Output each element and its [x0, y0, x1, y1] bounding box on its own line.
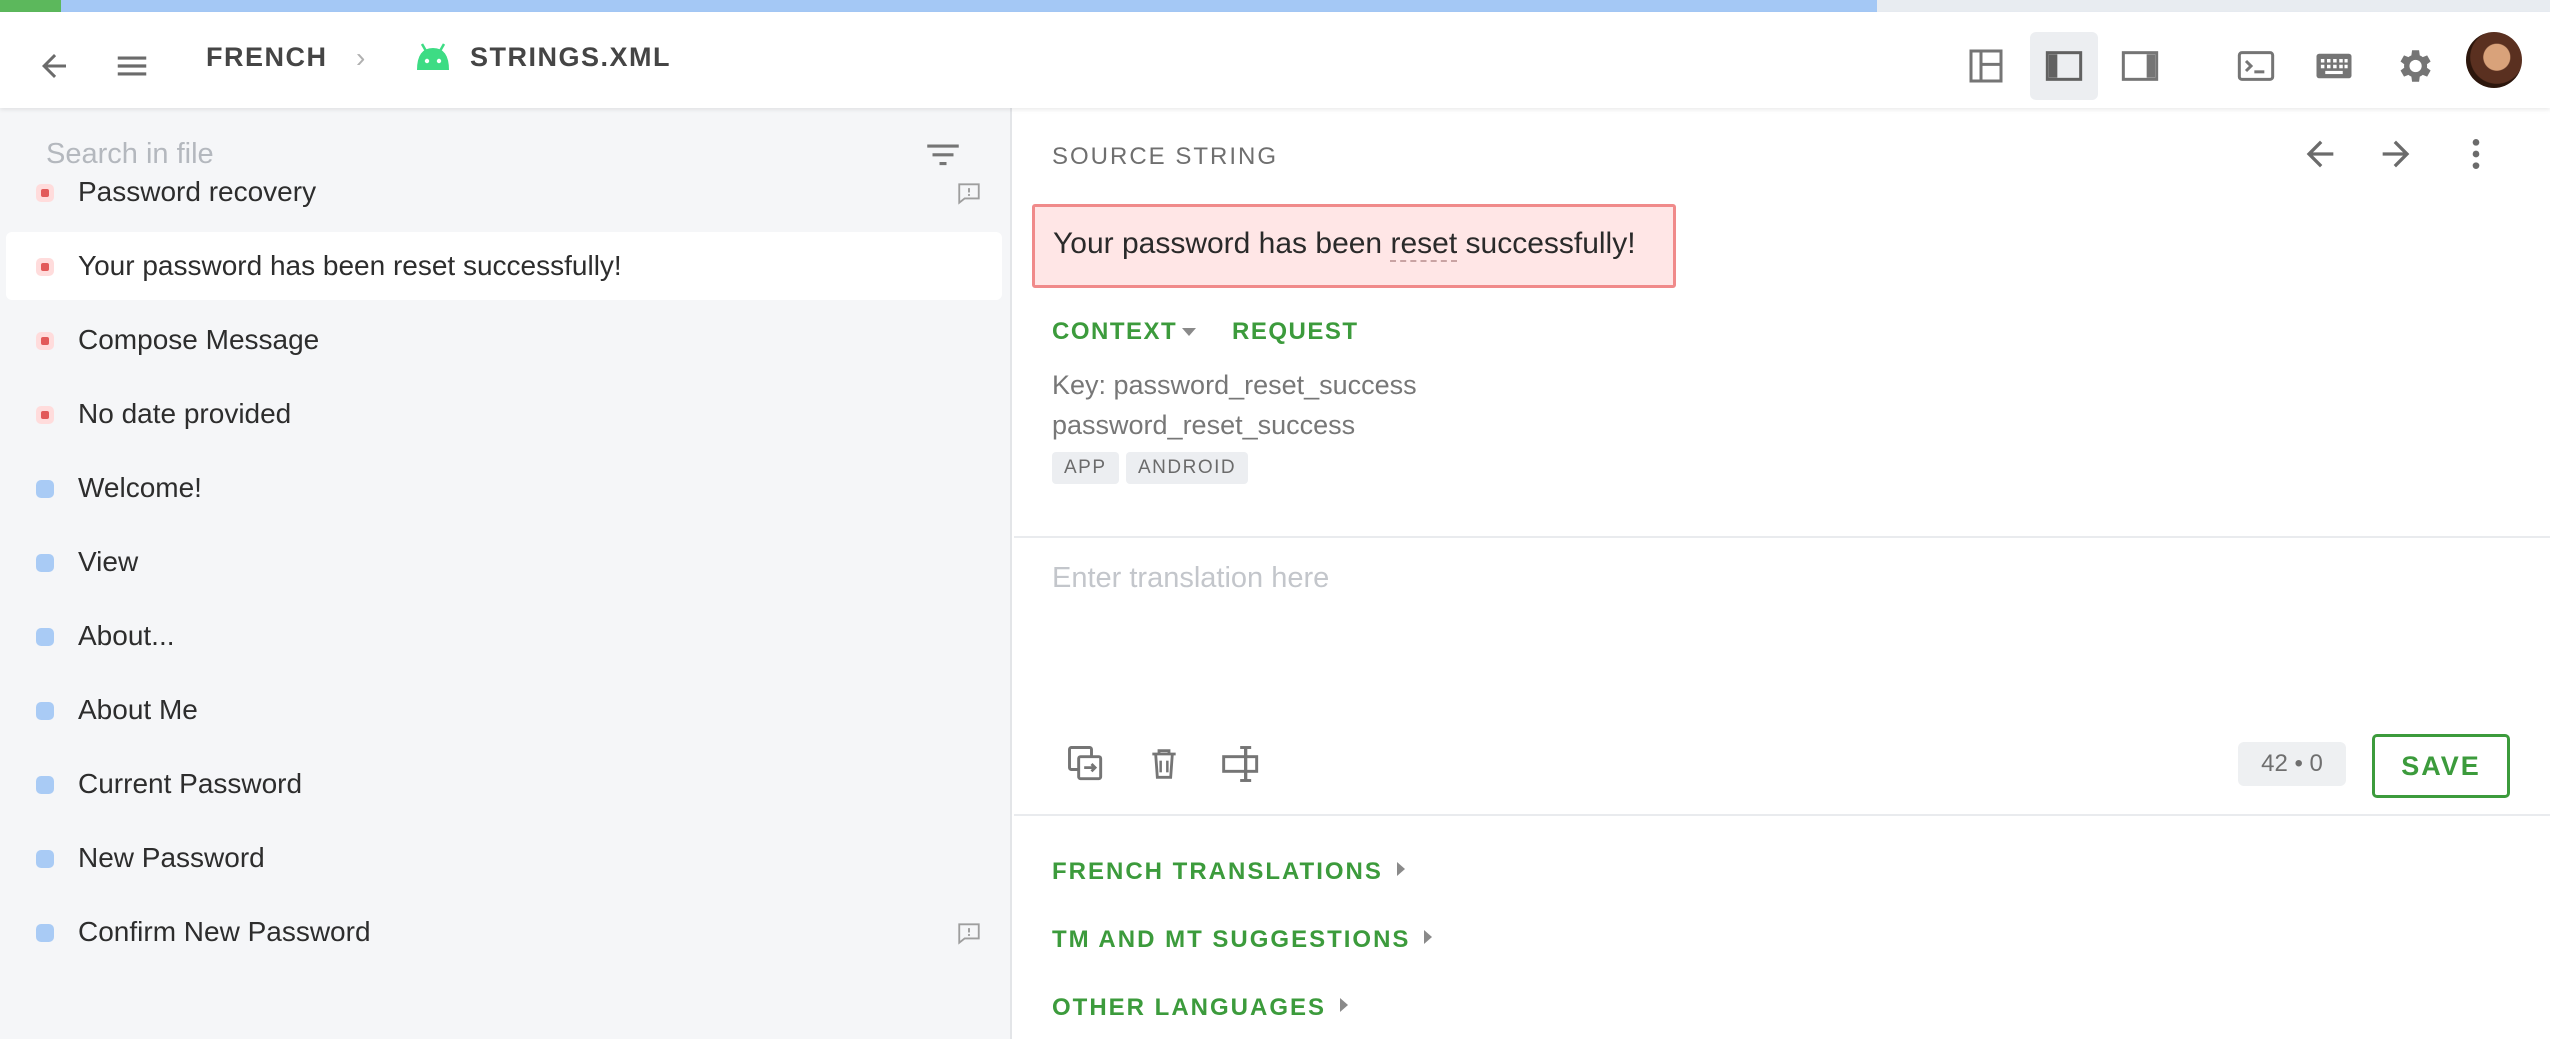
approved-progress: [0, 0, 61, 12]
character-counter: 42 • 0: [2238, 742, 2346, 786]
breadcrumb-project[interactable]: FRENCH: [206, 42, 328, 73]
terminal-icon[interactable]: [2222, 32, 2290, 100]
layout-icon[interactable]: [1952, 32, 2020, 100]
next-string-icon[interactable]: [2376, 134, 2416, 179]
string-label: Current Password: [78, 768, 303, 799]
status-indicator: [36, 184, 54, 202]
translation-progress-bar: [0, 0, 2550, 12]
string-label: Confirm New Password: [78, 916, 371, 947]
request-tab[interactable]: REQUEST: [1232, 318, 1359, 346]
string-list-item[interactable]: Compose Message: [6, 306, 1002, 374]
status-indicator: [36, 924, 54, 942]
string-list-item[interactable]: Current Password: [6, 750, 1002, 818]
editor-header: FRENCH › STRINGS.XML: [0, 12, 2550, 108]
string-label: About...: [78, 620, 175, 651]
label-tag[interactable]: APP: [1052, 452, 1119, 484]
accordion-other-languages[interactable]: OTHER LANGUAGES: [1052, 994, 1349, 1022]
previous-string-icon[interactable]: [2300, 134, 2340, 179]
expand-caret-icon: [1340, 998, 1349, 1012]
string-label: About Me: [78, 694, 198, 725]
source-string-box: Your password has been reset successfull…: [1032, 204, 1676, 288]
source-string-text: Your password has been reset successfull…: [1053, 227, 1636, 262]
status-indicator: [36, 776, 54, 794]
string-label: View: [78, 546, 139, 577]
source-string-heading: SOURCE STRING: [1052, 143, 1279, 170]
string-list-item[interactable]: About...: [6, 602, 1002, 670]
status-indicator: [36, 702, 54, 720]
user-avatar[interactable]: [2466, 32, 2522, 88]
breadcrumb-file[interactable]: STRINGS.XML: [470, 42, 671, 73]
comment-icon[interactable]: [956, 920, 982, 951]
string-list-item[interactable]: Confirm New Password: [6, 898, 1002, 966]
status-indicator: [36, 850, 54, 868]
string-list-panel: Search in file Password recovery Your pas…: [0, 108, 1012, 1039]
string-label: Compose Message: [78, 324, 320, 355]
status-indicator: [36, 332, 54, 350]
save-button[interactable]: SAVE: [2372, 734, 2510, 798]
editor-panel: SOURCE STRING Your password has been res…: [1014, 108, 2550, 1039]
expand-caret-icon: [1424, 930, 1433, 944]
string-label: Password recovery: [78, 176, 317, 207]
string-list-item[interactable]: Your password has been reset successfull…: [6, 232, 1002, 300]
sidebar-left-icon[interactable]: [2030, 32, 2098, 100]
accordion-french-translations[interactable]: FRENCH TRANSLATIONS: [1052, 858, 1405, 886]
settings-icon[interactable]: [2380, 32, 2448, 100]
string-label: Welcome!: [78, 472, 202, 503]
context-tab[interactable]: CONTEXT: [1052, 318, 1177, 346]
accordion-tm-mt-suggestions[interactable]: TM AND MT SUGGESTIONS: [1052, 926, 1433, 954]
comment-icon[interactable]: [956, 180, 982, 211]
string-label: No date provided: [78, 398, 292, 429]
divider: [1014, 536, 2550, 538]
string-list-item[interactable]: New Password: [6, 824, 1002, 892]
keyboard-icon[interactable]: [2300, 32, 2368, 100]
translated-progress: [61, 0, 1877, 12]
string-label: Your password has been reset successfull…: [78, 250, 622, 281]
status-indicator: [36, 406, 54, 424]
string-identifier: password_reset_success: [1052, 410, 1356, 440]
status-indicator: [36, 628, 54, 646]
menu-icon[interactable]: [98, 32, 166, 100]
more-options-icon[interactable]: [2456, 134, 2496, 179]
string-list-item[interactable]: Welcome!: [6, 454, 1002, 522]
string-list-item[interactable]: About Me: [6, 676, 1002, 744]
breadcrumb-separator-icon: ›: [356, 42, 366, 73]
string-list-item[interactable]: No date provided: [6, 380, 1002, 448]
delete-icon[interactable]: [1136, 736, 1192, 792]
glossary-term[interactable]: reset: [1390, 227, 1458, 262]
back-arrow-icon[interactable]: [20, 32, 88, 100]
text-cursor-icon[interactable]: [1214, 736, 1270, 792]
translation-input[interactable]: [1052, 562, 2512, 702]
context-dropdown-icon[interactable]: [1182, 328, 1196, 336]
copy-source-icon[interactable]: [1058, 736, 1114, 792]
expand-caret-icon: [1396, 862, 1405, 876]
string-key: Key: password_reset_success: [1052, 370, 1417, 400]
android-icon: [414, 42, 452, 79]
status-indicator: [36, 554, 54, 572]
sidebar-right-icon[interactable]: [2106, 32, 2174, 100]
divider: [1014, 814, 2550, 816]
string-list-item[interactable]: Password recovery: [6, 158, 1002, 226]
string-label: New Password: [78, 842, 265, 873]
status-indicator: [36, 480, 54, 498]
label-tag[interactable]: ANDROID: [1126, 452, 1249, 484]
string-list-item[interactable]: View: [6, 528, 1002, 596]
status-indicator: [36, 258, 54, 276]
